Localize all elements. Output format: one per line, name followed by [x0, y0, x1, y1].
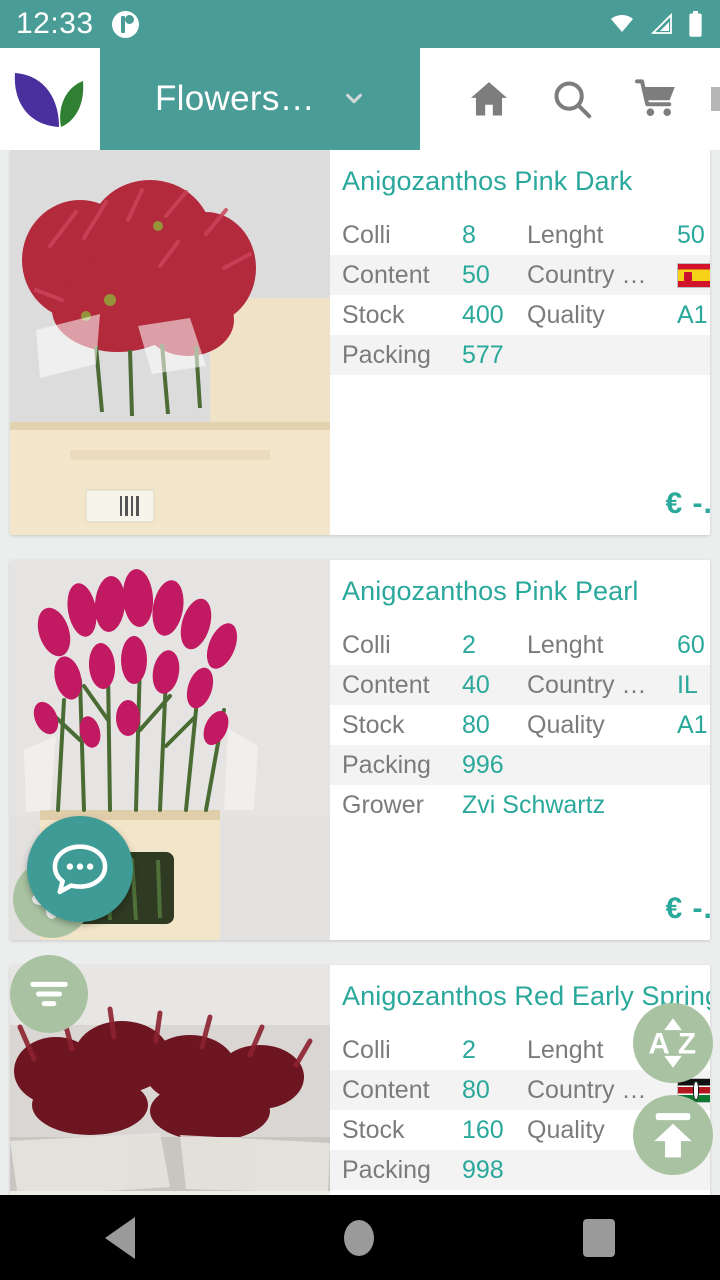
app-toolbar: Flowers… — [0, 48, 720, 150]
product-name: Anigozanthos Pink Pearl — [342, 576, 639, 606]
spec-row: Packing 577 — [330, 335, 710, 375]
chevron-down-icon[interactable] — [337, 88, 371, 110]
svg-text:Z: Z — [678, 1027, 696, 1060]
spec-value: Zvi Schwartz — [462, 790, 606, 819]
filter-icon — [30, 981, 68, 1007]
search-icon — [554, 81, 592, 119]
spec-label: Content — [342, 670, 430, 699]
product-name: Anigozanthos Pink Dark — [342, 166, 633, 196]
country-flag-icon — [677, 262, 710, 288]
svg-text:A: A — [648, 1027, 669, 1060]
spec-label: Content — [342, 260, 430, 289]
app-screen: 12:33 Flowers… Anigozanthos Pink Dark Co… — [0, 0, 720, 1280]
spec-table: Colli2 Lenght60 … Content40 Country …IL … — [330, 625, 710, 825]
spec-table: Colli 8 Lenght 50 … Content 50 Country … St… — [330, 215, 710, 375]
app-notification-icon — [111, 10, 139, 38]
leaf-logo[interactable] — [0, 48, 100, 150]
status-bar-icons — [607, 10, 704, 38]
spec-value: 80 — [462, 1075, 490, 1104]
spec-row: Content 40 Country … IL — [330, 665, 710, 705]
wifi-full-icon — [611, 14, 633, 32]
product-price: € -.-- — [665, 487, 710, 520]
sort-az-fab[interactable]: A Z — [633, 1003, 713, 1083]
page-title: Flowers… — [155, 79, 315, 118]
toolbar-actions — [420, 48, 720, 150]
spec-value: 577 — [462, 340, 504, 369]
home-circle-icon[interactable] — [343, 1219, 374, 1256]
spec-value: IL — [677, 670, 698, 699]
spec-value: 996 — [462, 750, 504, 779]
spec-label: Country … — [527, 670, 647, 699]
category-selector[interactable]: Flowers… — [100, 48, 420, 150]
status-bar-clock: 12:33 — [16, 7, 94, 40]
cart-button[interactable] — [632, 75, 680, 123]
product-card[interactable]: Anigozanthos Red Early Spring Colli 2 Len… — [10, 965, 710, 1195]
spec-label: Colli — [342, 220, 391, 249]
spec-row: Colli 2 Lenght 60 … — [330, 625, 710, 665]
spec-label: Colli — [342, 1035, 391, 1064]
product-details: Anigozanthos Pink Pearl Colli 2 Lenght 60 … — [330, 560, 710, 940]
spec-value: 50 … — [677, 220, 710, 249]
spec-label: Packing — [342, 1155, 431, 1184]
spec-row: Grower Zvi Schwartz — [330, 785, 710, 825]
spec-row: Colli 8 Lenght 50 … — [330, 215, 710, 255]
shopping-cart-icon — [634, 79, 675, 116]
spec-row: Stock 400 Quality A1 — [330, 295, 710, 335]
spec-label: Colli — [342, 630, 391, 659]
spec-value: A1 — [677, 300, 708, 329]
spec-label: Stock — [342, 710, 405, 739]
spec-label: Stock — [342, 1115, 405, 1144]
spec-row: Content 50 Country … — [330, 255, 710, 295]
spec-value: 8 — [462, 220, 476, 249]
status-bar: 12:33 — [0, 0, 720, 48]
spec-label: Lenght — [527, 220, 604, 249]
search-button[interactable] — [549, 76, 595, 122]
product-image[interactable] — [10, 150, 330, 535]
spec-value: 2 — [462, 630, 476, 659]
spec-label: Packing — [342, 340, 431, 369]
recents-square-icon[interactable] — [583, 1218, 616, 1257]
spec-value: 50 — [462, 260, 490, 289]
back-icon[interactable] — [104, 1216, 135, 1259]
spec-value: A1 — [677, 710, 708, 739]
spec-label: Packing — [342, 750, 431, 779]
spec-value: 400 — [462, 300, 504, 329]
spec-label: Country … — [527, 260, 647, 289]
spec-value: 80 — [462, 710, 490, 739]
spec-label: Lenght — [527, 630, 604, 659]
spec-row: Packing 996 — [330, 745, 710, 785]
product-price: € -.-- — [665, 892, 710, 925]
cellular-signal-icon — [650, 12, 672, 34]
spec-label: Content — [342, 1075, 430, 1104]
spec-value: 998 — [462, 1155, 504, 1184]
android-nav-bar — [0, 1195, 720, 1280]
product-list[interactable]: Anigozanthos Pink Dark Colli 8 Lenght 50 …… — [0, 150, 720, 1195]
spec-label: Grower — [342, 790, 424, 819]
spec-value: 40 — [462, 670, 490, 699]
spec-label: Quality — [527, 300, 605, 329]
arrow-up-icon — [654, 1113, 692, 1158]
chat-fab[interactable] — [27, 816, 133, 922]
spec-value: 2 — [462, 1035, 476, 1064]
product-details: Anigozanthos Pink Dark Colli 8 Lenght 50 …… — [330, 150, 710, 535]
spec-value: 160 — [462, 1115, 504, 1144]
overflow-menu-icon[interactable] — [711, 87, 720, 111]
spec-label: Quality — [527, 710, 605, 739]
leaf-logo-icon — [14, 73, 84, 127]
home-button[interactable] — [466, 76, 512, 122]
home-icon — [471, 82, 508, 116]
chat-bubble-icon — [52, 844, 108, 895]
spec-label: Stock — [342, 300, 405, 329]
battery-full-icon — [689, 10, 702, 37]
scroll-top-fab[interactable] — [633, 1095, 713, 1175]
sort-az-icon: A Z — [648, 1018, 696, 1068]
spec-value: 60 … — [677, 630, 710, 659]
product-card[interactable]: Anigozanthos Pink Dark Colli 8 Lenght 50 …… — [10, 150, 710, 535]
product-photo-1 — [10, 150, 330, 535]
spec-row: Stock 80 Quality A1 — [330, 705, 710, 745]
filter-fab[interactable] — [10, 955, 88, 1033]
